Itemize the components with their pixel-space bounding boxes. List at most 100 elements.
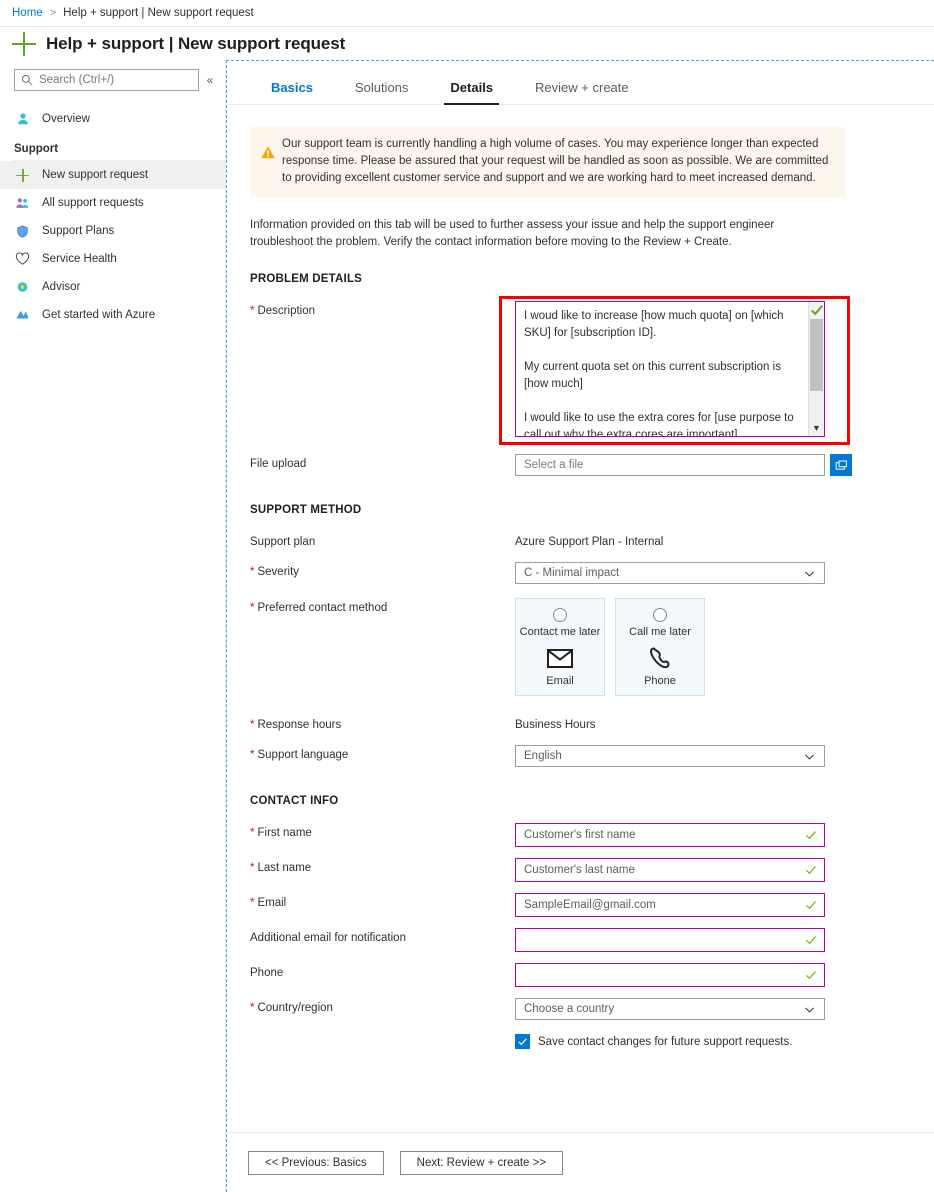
support-language-label: * Support language — [250, 745, 515, 761]
tab-basics[interactable]: Basics — [257, 80, 327, 104]
file-upload-row: File upload Select a file — [250, 454, 904, 476]
scrollbar-up-arrow[interactable] — [809, 302, 824, 318]
first-name-value: Customer's first name — [524, 829, 636, 841]
first-name-row: * First name Customer's first name — [250, 823, 904, 847]
scrollbar-down-arrow[interactable]: ▼ — [809, 423, 824, 433]
label-text: Last name — [257, 862, 312, 874]
search-input[interactable]: Search (Ctrl+/) — [14, 69, 199, 91]
browse-file-button[interactable] — [830, 454, 852, 476]
shield-icon — [14, 223, 31, 239]
phone-row: Phone — [250, 963, 904, 987]
radio-button[interactable] — [653, 608, 667, 622]
email-input[interactable]: SampleEmail@gmail.com — [515, 893, 825, 917]
save-contact-changes-row: Save contact changes for future support … — [515, 1034, 904, 1049]
sidebar-search-row: Search (Ctrl+/) « — [0, 69, 225, 91]
severity-dropdown[interactable]: C - Minimal impact — [515, 562, 825, 584]
page-title: Help + support | New support request — [46, 33, 346, 53]
sidebar-item-all-support-requests[interactable]: All support requests — [0, 189, 225, 217]
sidebar-item-overview[interactable]: Overview — [0, 105, 225, 133]
country-dropdown[interactable]: Choose a country — [515, 998, 825, 1020]
wizard-footer: << Previous: Basics Next: Review + creat… — [227, 1132, 934, 1192]
sidebar-item-support-plans[interactable]: Support Plans — [0, 217, 225, 245]
phone-input[interactable] — [515, 963, 825, 987]
label-text: Support language — [257, 749, 349, 761]
sidebar-item-advisor[interactable]: Advisor — [0, 273, 225, 301]
section-support-method: SUPPORT METHOD — [250, 504, 362, 516]
required-asterisk: * — [250, 719, 255, 731]
required-asterisk: * — [250, 602, 255, 614]
green-check-icon — [811, 305, 823, 316]
warning-banner-text: Our support team is currently handling a… — [282, 138, 829, 184]
people-icon — [14, 195, 31, 211]
contact-method-card-email[interactable]: Contact me later Email — [515, 598, 605, 696]
sidebar-item-label: New support request — [42, 169, 149, 181]
advisor-icon — [14, 279, 31, 295]
page-header: Help + support | New support request — [0, 27, 934, 60]
contact-method-label: * Preferred contact method — [250, 598, 515, 614]
required-asterisk: * — [250, 749, 255, 761]
envelope-icon — [547, 645, 573, 671]
save-contact-changes-checkbox[interactable] — [515, 1034, 530, 1049]
required-asterisk: * — [250, 566, 255, 578]
tab-review-create[interactable]: Review + create — [521, 80, 643, 104]
next-button[interactable]: Next: Review + create >> — [399, 1150, 564, 1175]
collapse-sidebar-button[interactable]: « — [201, 73, 219, 87]
country-row: * Country/region Choose a country — [250, 998, 904, 1020]
description-label: * Description — [250, 301, 515, 317]
sidebar: Search (Ctrl+/) « Overview Support New s… — [0, 60, 226, 1192]
card-bottom-label: Phone — [644, 675, 676, 687]
response-hours-value: Business Hours — [515, 719, 596, 731]
warning-icon — [260, 136, 282, 187]
save-contact-changes-label: Save contact changes for future support … — [538, 1035, 793, 1048]
first-name-label: * First name — [250, 823, 515, 839]
description-paragraph: I would like to use the extra cores for … — [524, 412, 794, 436]
file-upload-input[interactable]: Select a file — [515, 454, 825, 476]
radio-button[interactable] — [553, 608, 567, 622]
sidebar-item-get-started-with-azure[interactable]: Get started with Azure — [0, 301, 225, 329]
support-language-value: English — [524, 750, 562, 762]
required-asterisk: * — [250, 862, 255, 874]
required-asterisk: * — [250, 827, 255, 839]
label-text: Severity — [257, 566, 300, 578]
phone-label: Phone — [250, 967, 284, 979]
label-text: Response hours — [257, 719, 342, 731]
sidebar-item-label: All support requests — [42, 197, 144, 209]
email-value: SampleEmail@gmail.com — [524, 899, 656, 911]
breadcrumb: Home > Help + support | New support requ… — [0, 0, 934, 27]
green-check-icon — [806, 866, 816, 875]
required-asterisk: * — [250, 1002, 255, 1014]
check-icon — [518, 1038, 527, 1046]
breadcrumb-home-link[interactable]: Home — [12, 7, 43, 19]
label-text: Description — [257, 305, 316, 317]
label-text: Preferred contact method — [257, 602, 388, 614]
tab-solutions[interactable]: Solutions — [341, 80, 422, 104]
contact-method-card-phone[interactable]: Call me later Phone — [615, 598, 705, 696]
card-top-label: Contact me later — [519, 626, 601, 638]
sidebar-item-label: Advisor — [42, 281, 81, 293]
sidebar-item-service-health[interactable]: Service Health — [0, 245, 225, 273]
support-plan-label: Support plan — [250, 536, 316, 548]
scrollbar-thumb[interactable] — [810, 319, 823, 391]
phone-icon — [648, 645, 672, 671]
description-paragraph: My current quota set on this current sub… — [524, 361, 781, 390]
country-label: * Country/region — [250, 998, 515, 1014]
description-scrollbar[interactable]: ▼ — [808, 302, 824, 436]
last-name-label: * Last name — [250, 858, 515, 874]
last-name-input[interactable]: Customer's last name — [515, 858, 825, 882]
description-textarea[interactable]: I woud like to increase [how much quota]… — [515, 301, 825, 437]
email-label: * Email — [250, 893, 515, 909]
sidebar-item-label: Support Plans — [42, 225, 115, 237]
previous-button[interactable]: << Previous: Basics — [248, 1150, 384, 1175]
first-name-input[interactable]: Customer's first name — [515, 823, 825, 847]
tab-details[interactable]: Details — [436, 80, 507, 105]
label-text: Country/region — [257, 1002, 333, 1014]
form-area: Our support team is currently handling a… — [227, 105, 934, 1049]
sidebar-item-new-support-request[interactable]: New support request — [0, 161, 225, 189]
person-icon — [14, 111, 31, 127]
file-upload-label: File upload — [250, 458, 307, 470]
additional-email-input[interactable] — [515, 928, 825, 952]
plus-icon — [14, 167, 31, 183]
section-contact-info: CONTACT INFO — [250, 795, 339, 807]
intro-text: Information provided on this tab will be… — [250, 219, 775, 248]
support-language-dropdown[interactable]: English — [515, 745, 825, 767]
